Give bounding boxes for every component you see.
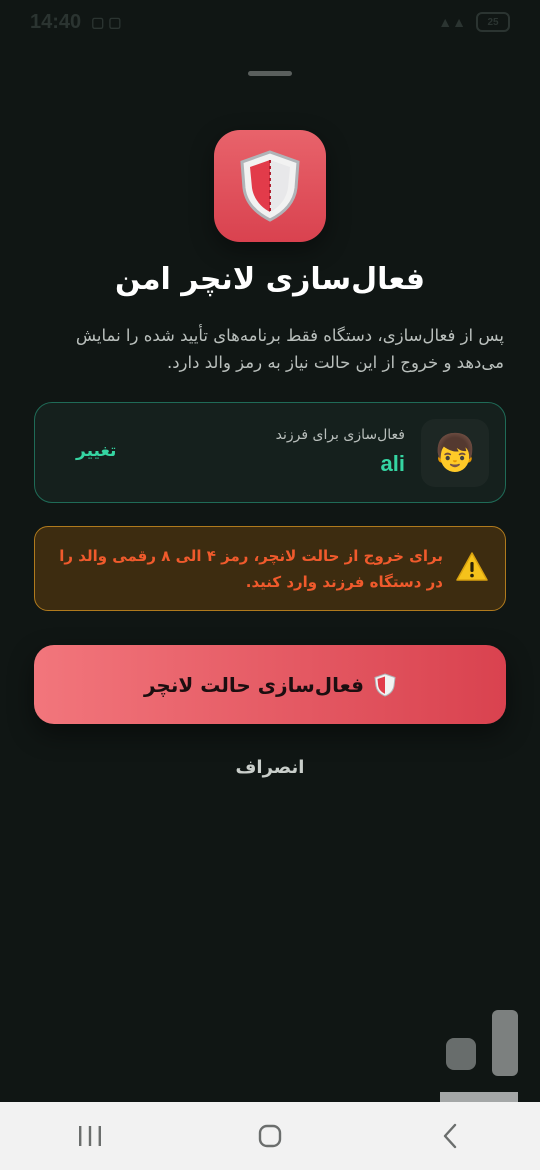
back-icon — [443, 1123, 457, 1149]
dialog-title: فعال‌سازی لانچر امن — [114, 262, 426, 297]
sheet-drag-handle[interactable] — [248, 71, 292, 76]
app-shield-icon — [214, 130, 326, 242]
status-time: 14:40 — [30, 10, 82, 33]
signal-icon: ▲▲ — [438, 14, 466, 30]
child-name: ali — [380, 451, 405, 476]
cancel-button[interactable]: انصراف — [200, 750, 340, 786]
change-child-button[interactable]: تغییر — [76, 441, 116, 461]
home-button[interactable] — [240, 1106, 300, 1166]
dialog-description: پس از فعال‌سازی، دستگاه فقط برنامه‌های ت… — [75, 326, 504, 372]
warning-box: برای خروج از حالت لانچر، رمز ۴ الی ۸ رقم… — [34, 526, 506, 611]
child-avatar: 👦 — [421, 419, 489, 487]
warning-text: برای خروج از حالت لانچر، رمز ۴ الی ۸ رقم… — [59, 547, 443, 591]
home-icon — [258, 1124, 282, 1148]
child-selection-card: 👦 فعال‌سازی برای فرزند ali تغییر — [34, 402, 506, 503]
activate-launcher-button[interactable]: فعال‌سازی حالت لانچر — [34, 645, 506, 724]
recents-button[interactable] — [60, 1106, 120, 1166]
shield-icon — [240, 150, 300, 222]
activate-button-label: فعال‌سازی حالت لانچر — [143, 672, 365, 697]
back-button[interactable] — [420, 1106, 480, 1166]
notification-icons: ▢ ▢ — [91, 13, 122, 30]
warning-icon — [456, 552, 488, 581]
battery-icon: 25 — [476, 12, 510, 32]
child-card-label: فعال‌سازی برای فرزند — [275, 427, 405, 443]
system-nav-bar — [0, 1102, 540, 1170]
battery-level: 25 — [487, 16, 499, 28]
boy-face-icon: 👦 — [432, 433, 478, 474]
status-left: 14:40 ▢ ▢ — [30, 11, 122, 34]
status-bar: 14:40 ▢ ▢ ▲▲ 25 — [0, 0, 540, 44]
shield-icon — [374, 672, 396, 697]
status-right: ▲▲ 25 — [438, 12, 510, 32]
recents-icon — [79, 1126, 101, 1146]
